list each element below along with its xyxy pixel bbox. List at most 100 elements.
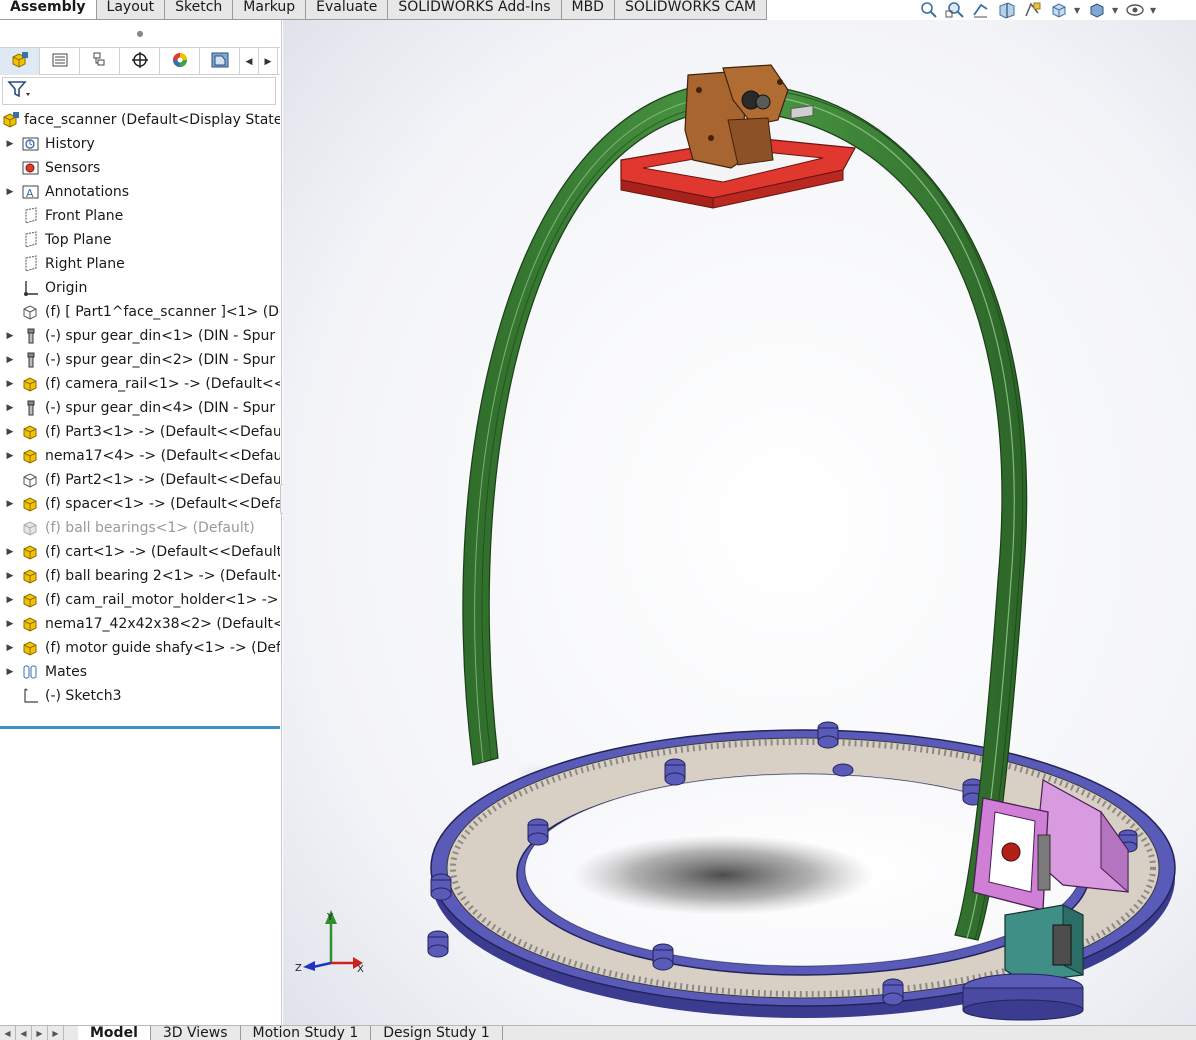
expand-arrow-icon[interactable]: ▶ (0, 420, 20, 444)
tree-item-history[interactable]: ▶ History (0, 132, 280, 156)
expand-arrow-icon[interactable]: ▶ (0, 636, 20, 660)
expand-arrow-icon[interactable]: ▶ (0, 492, 20, 516)
command-tab-markup[interactable]: Markup (233, 0, 307, 20)
tree-item-label: (f) ball bearings<1> (Default) (45, 520, 255, 536)
tree-item-right-plane[interactable]: Right Plane (0, 252, 280, 276)
tree-item-f-cam-rail-motor-holder-1-d[interactable]: ▶ (f) cam_rail_motor_holder<1> -> (D (0, 588, 280, 612)
tree-item-f-ball-bearing-2-1-default[interactable]: ▶ (f) ball bearing 2<1> -> (Default<< (0, 564, 280, 588)
tree-item-f-part2-1-default-default[interactable]: (f) Part2<1> -> (Default<<Default> (0, 468, 280, 492)
command-tab-solidworks-add-ins[interactable]: SOLIDWORKS Add-Ins (388, 0, 562, 20)
tree-item-label: Mates (45, 664, 88, 680)
tree-item-spur-gear-din-1-din-spur-ge[interactable]: ▶ (-) spur gear_din<1> (DIN - Spur ge (0, 324, 280, 348)
tree-item-root-assembly[interactable]: face_scanner (Default<Display State-1 (0, 108, 280, 132)
tree-item-annotations[interactable]: ▶ A Annotations (0, 180, 280, 204)
chevron-down-icon[interactable]: ▼ (1074, 1, 1082, 19)
bottom-tab-motion-study-1[interactable]: Motion Study 1 (240, 1026, 372, 1040)
zoom-to-area-icon[interactable] (944, 1, 966, 19)
chevron-down-icon[interactable]: ▼ (1150, 1, 1158, 19)
tree-item-nema17-42x42x38-2-default-d[interactable]: ▶ nema17_42x42x38<2> (Default<<D (0, 612, 280, 636)
tree-item-f-cart-1-default-default[interactable]: ▶ (f) cart<1> -> (Default<<Default>_ (0, 540, 280, 564)
expand-arrow-icon[interactable]: ▶ (0, 564, 20, 588)
tab-nav-last-icon[interactable]: ▶ (48, 1026, 64, 1040)
expand-arrow-icon[interactable]: ▶ (0, 180, 20, 204)
expand-arrow-icon[interactable]: ▶ (0, 348, 20, 372)
section-view-icon[interactable] (996, 1, 1018, 19)
expand-arrow-icon[interactable]: ▶ (0, 372, 20, 396)
tree-item-spur-gear-din-2-din-spur-ge[interactable]: ▶ (-) spur gear_din<2> (DIN - Spur ge (0, 348, 280, 372)
displaymanager-tab[interactable] (160, 48, 200, 75)
tree-item-label: Origin (45, 280, 88, 296)
part-icon (20, 542, 42, 562)
propertymanager-icon (50, 51, 70, 73)
command-tab-mbd[interactable]: MBD (561, 0, 615, 20)
toolbox-part-icon (20, 350, 42, 370)
tabs-scroll-left-icon[interactable]: ◀ (240, 48, 259, 75)
tree-item-f-motor-guide-shafy-1-defau[interactable]: ▶ (f) motor guide shafy<1> -> (Defau (0, 636, 280, 660)
expand-arrow-icon[interactable]: ▶ (0, 444, 20, 468)
expand-arrow-icon[interactable]: ▶ (0, 612, 20, 636)
displaymanager-icon (170, 51, 190, 73)
chevron-down-icon[interactable]: ▼ (1112, 1, 1120, 19)
dynamic-annotation-icon[interactable] (1022, 1, 1044, 19)
expand-arrow-icon[interactable]: ▶ (0, 132, 20, 156)
tree-item-label: (f) Part3<1> -> (Default<<Default> (45, 424, 280, 440)
expand-arrow-icon[interactable]: ▶ (0, 660, 20, 684)
tree-item-sketch3[interactable]: (-) Sketch3 (0, 684, 280, 708)
tree-item-f-part3-1-default-default[interactable]: ▶ (f) Part3<1> -> (Default<<Default> (0, 420, 280, 444)
tree-item-spur-gear-din-4-din-spur-ge[interactable]: ▶ (-) spur gear_din<4> (DIN - Spur ge (0, 396, 280, 420)
tabs-scroll-right-icon[interactable]: ▶ (259, 48, 278, 75)
tree-item-f-spacer-1-default-defaul[interactable]: ▶ (f) spacer<1> -> (Default<<Defaul (0, 492, 280, 516)
tree-item-origin[interactable]: Origin (0, 276, 280, 300)
expand-arrow-icon[interactable]: ▶ (0, 588, 20, 612)
history-icon (20, 134, 42, 154)
bottom-tab-3d-views[interactable]: 3D Views (150, 1026, 241, 1040)
dimxpertmanager-tab[interactable] (120, 48, 160, 75)
command-tab-assembly[interactable]: Assembly (0, 0, 97, 20)
cam-feature-tree-tab[interactable] (200, 48, 240, 75)
command-tab-sketch[interactable]: Sketch (165, 0, 234, 20)
tree-item-label: nema17<4> -> (Default<<Default> (45, 448, 280, 464)
tree-item-top-plane[interactable]: Top Plane (0, 228, 280, 252)
rollback-bar[interactable] (0, 726, 280, 729)
command-tab-evaluate[interactable]: Evaluate (306, 0, 389, 20)
graphics-viewport[interactable]: Y X Z (283, 20, 1196, 1025)
tree-item-label: History (45, 136, 95, 152)
expand-arrow-icon[interactable]: ▶ (0, 540, 20, 564)
tree-item-f-part1-face-scanner-1-defa[interactable]: (f) [ Part1^face_scanner ]<1> (Defa (0, 300, 280, 324)
part-icon (20, 422, 42, 442)
tree-item-nema17-4-default-default[interactable]: ▶ nema17<4> -> (Default<<Default> (0, 444, 280, 468)
tree-filter-bar[interactable] (2, 77, 276, 105)
filter-icon[interactable] (6, 78, 32, 104)
part-suppressed-icon (20, 518, 42, 538)
configurationmanager-tab[interactable] (80, 48, 120, 75)
expand-arrow-icon[interactable]: ▶ (0, 396, 20, 420)
featuremanager-tab[interactable] (0, 48, 40, 75)
tree-item-f-ball-bearings-1-default[interactable]: (f) ball bearings<1> (Default) (0, 516, 280, 540)
assembly-model-view[interactable]: Y X Z (283, 20, 1196, 1025)
tree-item-mates[interactable]: ▶ Mates (0, 660, 280, 684)
hide-show-icon[interactable] (1124, 1, 1146, 19)
display-style-icon[interactable] (1086, 1, 1108, 19)
tree-item-f-camera-rail-1-default-d[interactable]: ▶ (f) camera_rail<1> -> (Default<<D (0, 372, 280, 396)
zoom-to-fit-icon[interactable] (918, 1, 940, 19)
panel-grip-handle[interactable]: ● (0, 20, 280, 46)
expand-arrow-icon[interactable]: ▶ (0, 324, 20, 348)
tab-nav-first-icon[interactable]: ◀ (0, 1026, 16, 1040)
propertymanager-tab[interactable] (40, 48, 80, 75)
tree-item-label: (f) Part2<1> -> (Default<<Default> (45, 472, 280, 488)
tab-nav-prev-icon[interactable]: ◀ (16, 1026, 32, 1040)
tree-item-front-plane[interactable]: Front Plane (0, 204, 280, 228)
annotation-icon: A (20, 182, 42, 202)
tab-nav-next-icon[interactable]: ▶ (32, 1026, 48, 1040)
view-orientation-icon[interactable] (1048, 1, 1070, 19)
command-tab-layout[interactable]: Layout (96, 0, 166, 20)
tree-item-label: nema17_42x42x38<2> (Default<<D (45, 616, 280, 632)
bottom-tab-design-study-1[interactable]: Design Study 1 (371, 1026, 503, 1040)
bottom-tab-model[interactable]: Model (78, 1026, 151, 1040)
tree-item-sensors[interactable]: Sensors (0, 156, 280, 180)
command-tab-solidworks-cam[interactable]: SOLIDWORKS CAM (614, 0, 768, 20)
camera-mount[interactable] (684, 64, 789, 169)
previous-view-icon[interactable] (970, 1, 992, 19)
svg-text:A: A (26, 187, 34, 200)
